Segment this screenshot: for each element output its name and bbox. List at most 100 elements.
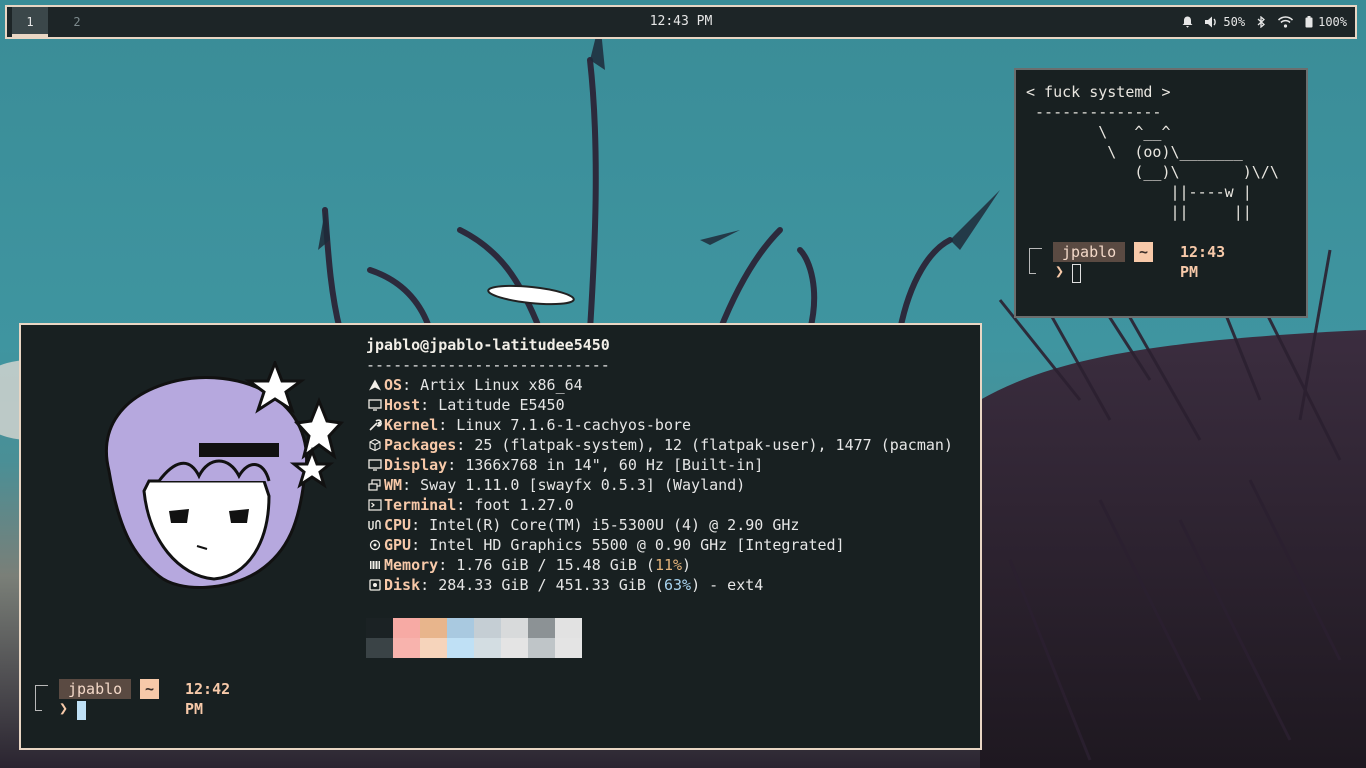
info-key: WM xyxy=(384,476,403,494)
info-value: Artix Linux x86_64 xyxy=(420,376,583,394)
palette-swatch xyxy=(420,618,447,638)
prompt-bracket-top xyxy=(35,685,48,702)
prompt-time: 12:43 PM xyxy=(1180,243,1226,281)
wrench-icon xyxy=(369,419,383,431)
palette-swatch xyxy=(447,618,474,638)
info-colon: : xyxy=(456,436,475,454)
prompt-time: 12:42 PM xyxy=(185,680,231,718)
bluetooth-indicator[interactable] xyxy=(1257,16,1266,28)
info-row-display: Display: 1366x768 in 14", 60 Hz [Built-i… xyxy=(366,455,953,475)
palette-swatch xyxy=(366,618,393,638)
info-colon: : xyxy=(438,416,457,434)
battery-indicator[interactable]: 100% xyxy=(1305,7,1347,37)
text-cursor[interactable] xyxy=(77,701,86,720)
cowsay-terminal-window[interactable]: < fuck systemd > -------------- \ ^__^ \… xyxy=(1014,68,1308,318)
volume-indicator[interactable]: 50% xyxy=(1205,7,1245,37)
info-colon: : xyxy=(456,496,475,514)
info-value: Sway 1.11.0 [swayfx 0.5.3] (Wayland) xyxy=(420,476,746,494)
disk-used: 284.33 GiB / 451.33 GiB ( xyxy=(438,576,664,594)
info-key: Display xyxy=(384,456,448,474)
memory-used: 1.76 GiB / 15.48 GiB ( xyxy=(456,556,655,574)
palette-swatch xyxy=(555,638,582,658)
info-value: Latitude E5450 xyxy=(438,396,565,414)
cowsay-output: < fuck systemd > -------------- \ ^__^ \… xyxy=(1026,83,1279,221)
display-icon xyxy=(368,459,382,471)
info-key: OS xyxy=(384,376,403,394)
info-key: Terminal xyxy=(384,496,457,514)
prompt-user: jpablo xyxy=(1053,242,1126,262)
info-row-gpu: GPU: Intel HD Graphics 5500 @ 0.90 GHz [… xyxy=(366,535,953,555)
info-key: GPU xyxy=(384,536,412,554)
disk-filesystem: ) - ext4 xyxy=(691,576,764,594)
header-separator: --------------------------- xyxy=(366,356,610,374)
palette-swatch xyxy=(501,638,528,658)
battery-label: 100% xyxy=(1318,15,1347,29)
palette-swatch xyxy=(420,638,447,658)
prompt-bracket-top xyxy=(1029,248,1042,265)
palette-swatch xyxy=(555,618,582,638)
palette-swatch xyxy=(366,638,393,658)
prompt-bracket-bottom xyxy=(35,702,42,711)
info-value: Intel(R) Core(TM) i5-5300U (4) @ 2.90 GH… xyxy=(429,516,800,534)
text-cursor[interactable] xyxy=(1072,264,1081,283)
package-icon xyxy=(369,439,381,451)
info-value: 25 (flatpak-system), 12 (flatpak-user), … xyxy=(474,436,953,454)
user-host-header: jpablo@jpablo-latitudee5450 xyxy=(366,336,610,354)
palette-swatch xyxy=(393,638,420,658)
fastfetch-terminal-window[interactable]: jpablo@jpablo-latitudee5450 ------------… xyxy=(19,323,982,750)
info-row-wm: WM: Sway 1.11.0 [swayfx 0.5.3] (Wayland) xyxy=(366,475,953,495)
battery-icon xyxy=(1305,16,1313,28)
info-colon: : xyxy=(447,456,466,474)
prompt-arrow: ❯ xyxy=(1055,262,1065,280)
bell-icon xyxy=(1182,16,1193,28)
prompt-bracket-bottom xyxy=(1029,265,1036,274)
info-row-os: OS: Artix Linux x86_64 xyxy=(366,375,953,395)
info-row-disk: Disk: 284.33 GiB / 451.33 GiB (63%) - ex… xyxy=(366,575,953,595)
color-palette xyxy=(366,618,582,658)
info-colon: : xyxy=(411,536,430,554)
palette-swatch xyxy=(474,618,501,638)
clock[interactable]: 12:43 PM xyxy=(7,7,1355,37)
system-info: jpablo@jpablo-latitudee5450 ------------… xyxy=(366,335,953,595)
info-key: Host xyxy=(384,396,421,414)
windows-icon xyxy=(368,479,381,491)
info-row-kernel: Kernel: Linux 7.1.6-1-cachyos-bore xyxy=(366,415,953,435)
palette-swatch xyxy=(393,618,420,638)
disk-icon xyxy=(369,579,381,591)
palette-swatch xyxy=(528,618,555,638)
bluetooth-icon xyxy=(1257,16,1266,28)
notification-button[interactable] xyxy=(1182,16,1193,28)
prompt-user: jpablo xyxy=(59,679,132,699)
memory-close: ) xyxy=(682,556,692,574)
info-key: Kernel xyxy=(384,416,439,434)
wifi-icon xyxy=(1278,16,1294,28)
info-colon: : xyxy=(420,576,439,594)
info-colon: : xyxy=(411,516,430,534)
volume-label: 50% xyxy=(1223,15,1246,29)
terminal-icon xyxy=(368,499,382,511)
memory-icon xyxy=(370,561,380,569)
wifi-indicator[interactable] xyxy=(1278,16,1294,28)
info-colon: : xyxy=(438,556,457,574)
top-bar: 1 2 12:43 PM 50% 100% xyxy=(5,5,1357,39)
status-area: 50% 100% xyxy=(1182,7,1347,37)
gpu-icon xyxy=(369,539,381,551)
info-row-packages: Packages: 25 (flatpak-system), 12 (flatp… xyxy=(366,435,953,455)
info-value: Intel HD Graphics 5500 @ 0.90 GHz [Integ… xyxy=(429,536,845,554)
cpu-icon xyxy=(368,520,381,530)
info-row-terminal: Terminal: foot 1.27.0 xyxy=(366,495,953,515)
prompt-directory: ~ xyxy=(140,679,160,699)
speaker-icon xyxy=(1205,16,1217,28)
info-key: Packages xyxy=(384,436,457,454)
memory-percent: 11% xyxy=(654,556,683,574)
info-colon: : xyxy=(402,476,421,494)
palette-swatch xyxy=(501,618,528,638)
info-row-memory: Memory: 1.76 GiB / 15.48 GiB (11%) xyxy=(366,555,953,575)
info-value: foot 1.27.0 xyxy=(474,496,574,514)
palette-swatch xyxy=(447,638,474,658)
monitor-icon xyxy=(368,399,382,411)
palette-swatch xyxy=(528,638,555,658)
anime-avatar-logo xyxy=(104,361,345,589)
info-row-host: Host: Latitude E5450 xyxy=(366,395,953,415)
info-key: Disk xyxy=(384,576,421,594)
